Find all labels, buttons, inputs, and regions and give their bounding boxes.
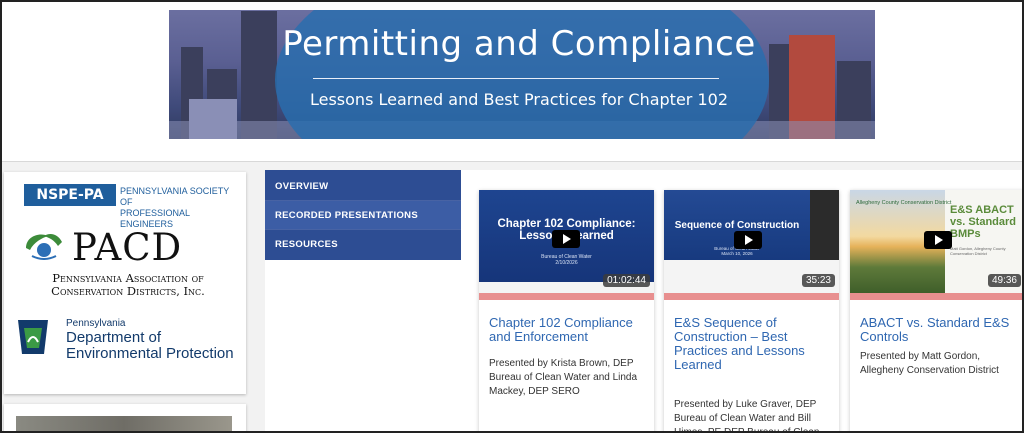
dep-name-line1: Department of [66,329,162,346]
video-title-link[interactable]: E&S Sequence of Construction – Best Prac… [674,316,834,372]
video-card[interactable]: Sequence of Construction Bureau of Clean… [664,190,839,433]
dep-name-line2: Environmental Protection [66,345,234,362]
video-card[interactable]: Allegheny County Conservation District E… [850,190,1022,431]
page-frame: Permitting and Compliance Lessons Learne… [0,0,1024,433]
video-thumbnail[interactable]: Allegheny County Conservation District E… [850,190,1022,293]
card-accent-bar [664,293,839,300]
pacd-name-line2: Conservation Districts, Inc. [51,284,205,298]
video-card[interactable]: Chapter 102 Compliance: Lessons Learned … [479,190,654,431]
play-icon[interactable] [734,231,762,249]
pacd-logo: PACD Pennsylvania Association of Conserv… [20,226,234,302]
video-description: Presented by Matt Gordon, Allegheny Cons… [860,351,999,376]
keystone-icon [18,320,48,354]
dep-state: Pennsylvania [66,318,126,329]
slide-small-text: Matt Gordon, Allegheny County Conservati… [950,246,1006,256]
nav-overview[interactable]: OVERVIEW [265,172,461,201]
nspe-name: PENNSYLVANIA SOCIETY OF PROFESSIONAL ENG… [120,186,234,230]
nav-recorded-presentations[interactable]: RECORDED PRESENTATIONS [265,201,461,230]
content-panel: OVERVIEW RECORDED PRESENTATIONS RESOURCE… [265,170,1022,433]
pacd-abbrev: PACD [72,226,183,269]
card-accent-bar [479,293,654,300]
play-icon[interactable] [552,230,580,248]
video-duration: 01:02:44 [603,274,650,287]
video-description: Presented by Krista Brown, DEP Bureau of… [489,358,638,397]
slide-subtitle-line2: March 10, 2026 [721,251,753,256]
slide-title-line1: Chapter 102 Compliance: [497,218,636,230]
card-accent-bar [850,293,1022,300]
video-thumbnail[interactable]: Sequence of Construction Bureau of Clean… [664,190,839,293]
banner-subtitle: Lessons Learned and Best Practices for C… [309,90,728,109]
video-title-link[interactable]: ABACT vs. Standard E&S Controls [860,316,1020,344]
banner-title: Permitting and Compliance [282,24,756,64]
sponsor-logos-card: NSPE-PA PENNSYLVANIA SOCIETY OF PROFESSI… [4,172,246,394]
nspe-abbrev: NSPE-PA [24,184,116,206]
pacd-name: Pennsylvania Association of Conservation… [22,272,234,298]
nav-resources[interactable]: RESOURCES [265,230,461,259]
slide-title: E&S ABACT vs. Standard BMPs [950,204,1017,240]
video-duration: 49:36 [987,274,1021,287]
play-icon[interactable] [924,231,952,249]
slide-subtitle: Bureau of Clean Water 2/10/2026 [479,254,654,266]
video-title-link[interactable]: Chapter 102 Compliance and Enforcement [489,316,649,344]
banner-rule [313,78,719,79]
slide-subtitle-line2: 2/10/2026 [555,260,578,266]
section-nav: OVERVIEW RECORDED PRESENTATIONS RESOURCE… [265,170,461,260]
video-side-panel [810,190,839,260]
video-thumbnail[interactable]: Chapter 102 Compliance: Lessons Learned … [479,190,654,293]
leaf-drop-icon [26,234,62,260]
hero-banner: Permitting and Compliance Lessons Learne… [169,10,875,139]
secondary-card-image [16,416,232,431]
nspe-logo: NSPE-PA PENNSYLVANIA SOCIETY OF PROFESSI… [24,184,234,229]
video-description: Presented by Luke Graver, DEP Bureau of … [674,399,820,433]
nspe-name-line1: PENNSYLVANIA SOCIETY OF [120,186,230,207]
secondary-card [4,404,246,431]
dep-logo: Pennsylvania Department of Environmental… [14,316,240,362]
dep-name: Department of Environmental Protection [66,330,234,362]
video-duration: 35:23 [801,274,835,287]
conservation-district-logo: Allegheny County Conservation District [856,200,952,206]
slide-title: Sequence of Construction [674,220,800,231]
